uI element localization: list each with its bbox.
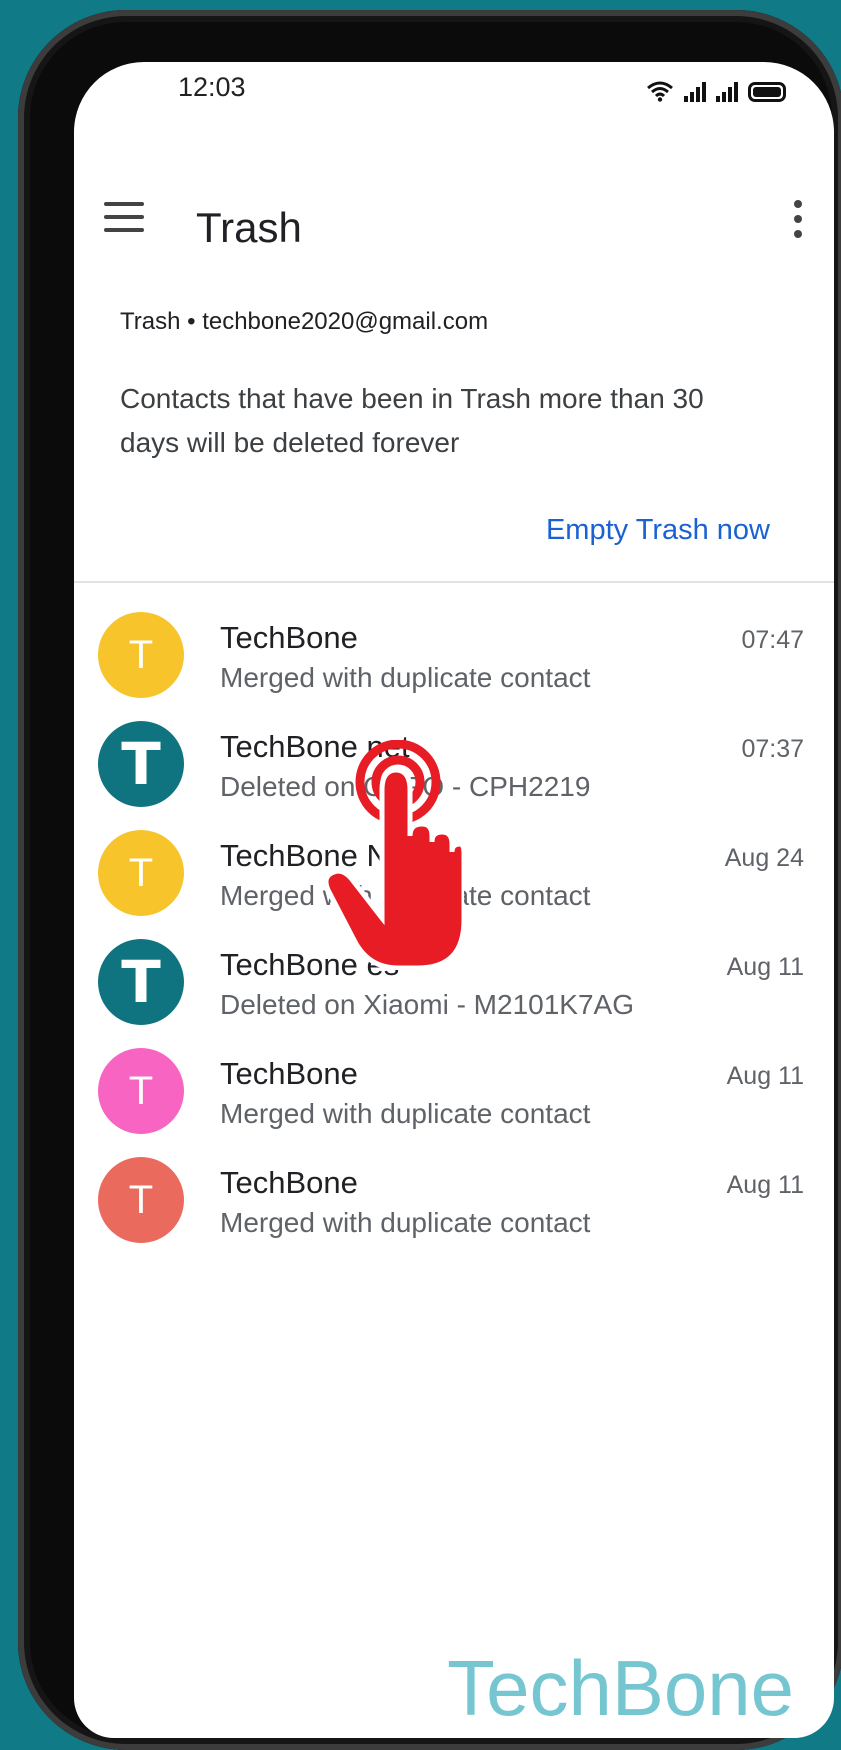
status-bar: 12:03 — [74, 62, 834, 132]
deleted-time: 07:37 — [741, 735, 804, 763]
divider — [74, 581, 834, 583]
contact-detail: Merged with duplicate contact — [220, 880, 591, 911]
contact-detail: Merged with duplicate contact — [220, 1098, 591, 1129]
trash-account-header: Trash • techbone2020@gmail.com — [120, 308, 489, 335]
signal-icon-2 — [716, 80, 738, 102]
avatar: T — [98, 1157, 184, 1243]
contact-name: TechBone — [220, 620, 358, 655]
contact-row[interactable]: T TechBone Merged with duplicate contact… — [74, 1139, 834, 1248]
hamburger-menu-icon[interactable] — [104, 202, 144, 234]
contact-detail: Merged with duplicate contact — [220, 1207, 591, 1238]
deleted-time: Aug 24 — [724, 844, 804, 872]
contact-name: TechBone net — [220, 729, 410, 764]
contact-detail: Deleted on OPPO - CPH2219 — [220, 771, 591, 802]
contact-row[interactable]: T TechBone Merged with duplicate contact… — [74, 594, 834, 703]
empty-trash-button[interactable]: Empty Trash now — [546, 514, 770, 547]
avatar: T — [98, 612, 184, 698]
contact-row[interactable]: T TechBone net Deleted on OPPO - CPH2219… — [74, 703, 834, 812]
deleted-time: Aug 11 — [726, 953, 804, 981]
contact-row[interactable]: T TechBone Net Merged with duplicate con… — [74, 812, 834, 921]
contact-name: TechBone — [220, 1056, 358, 1091]
more-vert-icon[interactable] — [788, 200, 808, 240]
trash-retention-message: Contacts that have been in Trash more th… — [120, 383, 704, 458]
contact-row[interactable]: T TechBone es Deleted on Xiaomi - M2101K… — [74, 921, 834, 1030]
contact-name: TechBone es — [220, 947, 400, 982]
app-bar: Trash — [74, 172, 834, 272]
status-icons — [646, 72, 786, 102]
wifi-icon — [647, 81, 673, 102]
signal-icon — [684, 80, 706, 102]
watermark-logo: TechBone — [447, 1644, 794, 1732]
avatar: T — [98, 939, 184, 1025]
avatar: T — [98, 830, 184, 916]
contact-name: TechBone — [220, 1165, 358, 1200]
avatar: T — [98, 1048, 184, 1134]
status-time: 12:03 — [178, 72, 246, 102]
phone-frame: 12:03 Trash Trash • techbone2020@gmail.c… — [18, 10, 841, 1750]
contact-detail: Merged with duplicate contact — [220, 662, 591, 693]
avatar: T — [98, 721, 184, 807]
deleted-time: Aug 11 — [726, 1171, 804, 1199]
contact-detail: Deleted on Xiaomi - M2101K7AG — [220, 989, 634, 1020]
deleted-time: 07:47 — [741, 626, 804, 654]
page-title: Trash — [196, 204, 302, 251]
trash-contact-list: T TechBone Merged with duplicate contact… — [74, 594, 834, 1248]
contact-name: TechBone Net — [220, 838, 415, 873]
screen: 12:03 Trash Trash • techbone2020@gmail.c… — [74, 62, 834, 1738]
battery-icon — [748, 82, 786, 102]
deleted-time: Aug 11 — [726, 1062, 804, 1090]
contact-row[interactable]: T TechBone Merged with duplicate contact… — [74, 1030, 834, 1139]
